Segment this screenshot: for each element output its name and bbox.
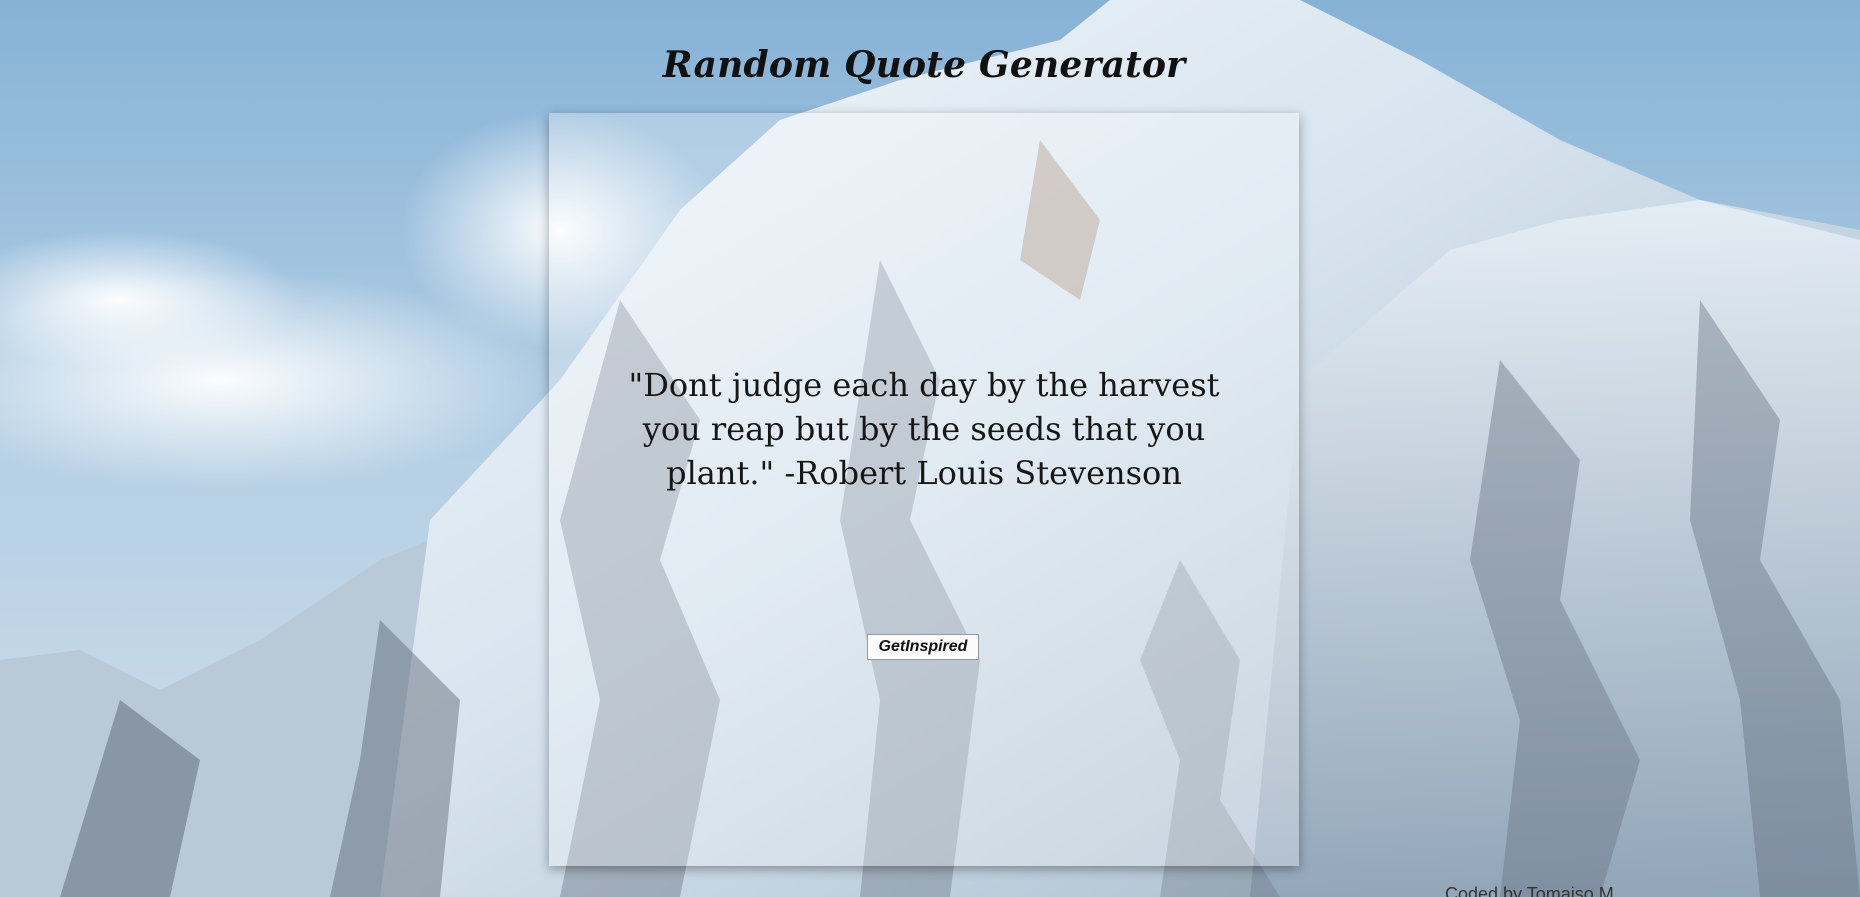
page-title: Random Quote Generator (662, 44, 1186, 86)
get-inspired-button[interactable]: GetInspired (867, 634, 979, 660)
quote-card: "Dont judge each day by the harvest you … (549, 113, 1299, 866)
quote-text: "Dont judge each day by the harvest you … (628, 366, 1220, 492)
footer-credit: Coded by Tomaiso M... (1445, 884, 1629, 897)
